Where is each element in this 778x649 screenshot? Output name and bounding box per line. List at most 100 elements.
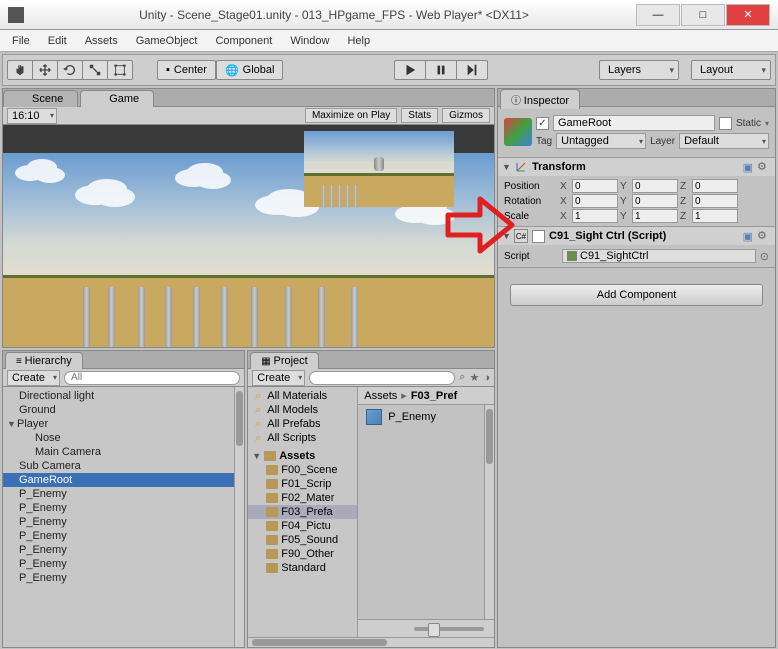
- step-button[interactable]: [456, 60, 488, 80]
- position-x-input[interactable]: [572, 179, 618, 193]
- tab-game[interactable]: Game: [80, 90, 154, 107]
- menu-component[interactable]: Component: [207, 33, 280, 49]
- hierarchy-item[interactable]: Nose: [3, 431, 234, 445]
- gear-icon[interactable]: ⚙: [757, 160, 771, 174]
- rotation-z-input[interactable]: [692, 194, 738, 208]
- hierarchy-search-input[interactable]: [64, 371, 240, 385]
- project-folder-tree[interactable]: ⌕All Materials⌕All Models⌕All Prefabs⌕Al…: [248, 387, 358, 637]
- hierarchy-item[interactable]: P_Enemy: [3, 529, 234, 543]
- pivot-toggle[interactable]: ▪Center: [157, 60, 216, 80]
- hand-tool[interactable]: [7, 60, 33, 80]
- label-filter-icon[interactable]: ★: [469, 371, 479, 384]
- position-z-input[interactable]: [692, 179, 738, 193]
- maximize-on-play-toggle[interactable]: Maximize on Play: [305, 108, 397, 123]
- gizmos-toggle[interactable]: Gizmos: [442, 108, 490, 123]
- menu-edit[interactable]: Edit: [40, 33, 75, 49]
- rotation-y-input[interactable]: [632, 194, 678, 208]
- menu-window[interactable]: Window: [282, 33, 337, 49]
- project-search-input[interactable]: [309, 371, 455, 385]
- favorites-item[interactable]: ⌕All Models: [248, 403, 357, 417]
- maximize-button[interactable]: □: [681, 4, 725, 26]
- hierarchy-item[interactable]: P_Enemy: [3, 543, 234, 557]
- scale-x-input[interactable]: [572, 209, 618, 223]
- tab-scene[interactable]: Scene: [3, 90, 78, 107]
- close-button[interactable]: ✕: [726, 4, 770, 26]
- favorites-item[interactable]: ⌕All Materials: [248, 389, 357, 403]
- help-icon[interactable]: ▣: [743, 230, 753, 243]
- folder-item[interactable]: F03_Prefa: [248, 505, 357, 519]
- stats-toggle[interactable]: Stats: [401, 108, 438, 123]
- project-tab[interactable]: ▦ Project: [250, 352, 318, 369]
- folder-item[interactable]: F90_Other: [248, 547, 357, 561]
- asset-item[interactable]: P_Enemy: [358, 405, 484, 429]
- add-component-button[interactable]: Add Component: [510, 284, 763, 306]
- minimize-button[interactable]: —: [636, 4, 680, 26]
- project-icon-size-slider[interactable]: [414, 627, 484, 631]
- folder-item[interactable]: F02_Mater: [248, 491, 357, 505]
- scale-tool[interactable]: [82, 60, 108, 80]
- layers-dropdown[interactable]: Layers: [599, 60, 679, 80]
- hierarchy-tab[interactable]: ≡ Hierarchy: [5, 352, 83, 369]
- project-create-dropdown[interactable]: Create: [252, 370, 305, 386]
- menu-file[interactable]: File: [4, 33, 38, 49]
- hierarchy-item[interactable]: Ground: [3, 403, 234, 417]
- aspect-dropdown[interactable]: 16:10: [7, 108, 57, 124]
- inspector-tab[interactable]: ⓘ Inspector: [500, 89, 580, 109]
- favorites-item[interactable]: ⌕All Scripts: [248, 431, 357, 445]
- hierarchy-item[interactable]: GameRoot: [3, 473, 234, 487]
- hierarchy-create-dropdown[interactable]: Create: [7, 370, 60, 386]
- help-icon[interactable]: ▣: [743, 161, 753, 174]
- hierarchy-item[interactable]: Directional light: [3, 389, 234, 403]
- layer-dropdown[interactable]: Default: [679, 133, 769, 149]
- object-picker-icon[interactable]: ⊙: [760, 250, 769, 263]
- favorites-item[interactable]: ⌕All Prefabs: [248, 417, 357, 431]
- folder-item[interactable]: F04_Pictu: [248, 519, 357, 533]
- hierarchy-item[interactable]: ▼Player: [3, 417, 234, 431]
- layout-dropdown[interactable]: Layout: [691, 60, 771, 80]
- rect-tool[interactable]: [107, 60, 133, 80]
- game-viewport[interactable]: [3, 125, 494, 347]
- static-checkbox[interactable]: [719, 117, 732, 130]
- folder-item[interactable]: F00_Scene: [248, 463, 357, 477]
- gear-icon[interactable]: ⚙: [757, 229, 771, 243]
- menu-assets[interactable]: Assets: [77, 33, 126, 49]
- hierarchy-item[interactable]: Main Camera: [3, 445, 234, 459]
- script-enabled-checkbox[interactable]: [532, 230, 545, 243]
- rotate-tool[interactable]: [57, 60, 83, 80]
- gameobject-active-checkbox[interactable]: [536, 117, 549, 130]
- position-y-input[interactable]: [632, 179, 678, 193]
- scale-y-input[interactable]: [632, 209, 678, 223]
- assets-root[interactable]: ▼Assets: [248, 449, 357, 463]
- folder-item[interactable]: Standard: [248, 561, 357, 575]
- move-tool[interactable]: [32, 60, 58, 80]
- scale-z-input[interactable]: [692, 209, 738, 223]
- rotation-x-input[interactable]: [572, 194, 618, 208]
- play-button[interactable]: [394, 60, 426, 80]
- hierarchy-scrollbar[interactable]: [234, 387, 244, 647]
- script-reference-field[interactable]: C91_SightCtrl: [562, 249, 756, 263]
- gameobject-icon[interactable]: [504, 118, 532, 146]
- project-assets-list[interactable]: P_Enemy: [358, 405, 484, 619]
- transform-foldout[interactable]: ▼: [502, 162, 510, 172]
- gameobject-name-input[interactable]: [553, 115, 715, 131]
- folder-item[interactable]: F01_Scrip: [248, 477, 357, 491]
- menu-gameobject[interactable]: GameObject: [128, 33, 206, 49]
- hierarchy-item[interactable]: P_Enemy: [3, 487, 234, 501]
- hierarchy-tree[interactable]: Directional lightGround▼PlayerNoseMain C…: [3, 387, 234, 647]
- hierarchy-item[interactable]: P_Enemy: [3, 571, 234, 585]
- hierarchy-item[interactable]: Sub Camera: [3, 459, 234, 473]
- project-breadcrumb[interactable]: Assets ▸ F03_Pref: [358, 387, 494, 405]
- hierarchy-item[interactable]: P_Enemy: [3, 515, 234, 529]
- search-filter-icon[interactable]: ⌕: [459, 371, 465, 384]
- tag-dropdown[interactable]: Untagged: [556, 133, 646, 149]
- project-assets-scrollbar[interactable]: [484, 405, 494, 619]
- hierarchy-item[interactable]: P_Enemy: [3, 557, 234, 571]
- folder-item[interactable]: F05_Sound: [248, 533, 357, 547]
- static-dropdown-icon[interactable]: ▾: [765, 119, 769, 128]
- menu-help[interactable]: Help: [339, 33, 378, 49]
- project-tree-hscrollbar[interactable]: [248, 637, 494, 647]
- type-filter-icon[interactable]: ◑: [483, 372, 490, 384]
- space-toggle[interactable]: 🌐Global: [216, 60, 284, 80]
- pause-button[interactable]: [425, 60, 457, 80]
- script-foldout[interactable]: ▼: [502, 231, 510, 241]
